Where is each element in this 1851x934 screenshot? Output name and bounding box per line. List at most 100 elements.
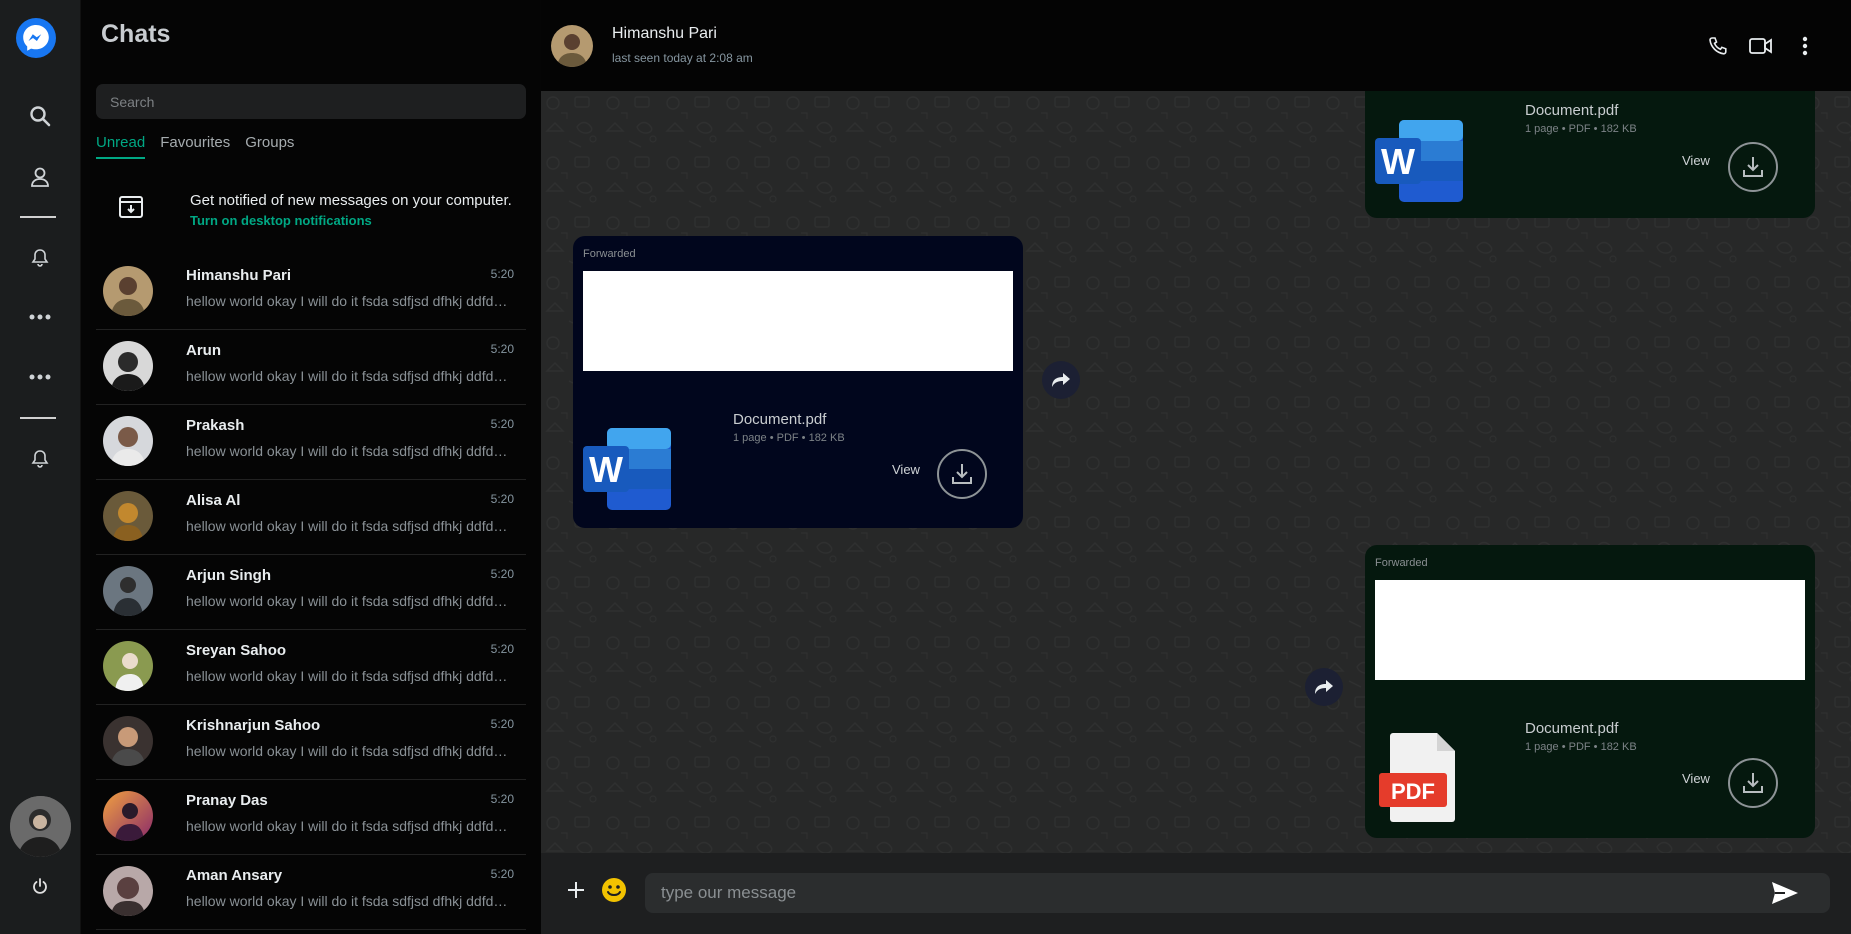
chat-name: Arun: [186, 342, 221, 359]
file-meta: 1 page • PDF • 182 KB: [1525, 123, 1637, 135]
word-icon: W: [1375, 118, 1465, 204]
avatar: [103, 866, 153, 916]
file-meta: 1 page • PDF • 182 KB: [1525, 741, 1637, 753]
notification-text: Get notified of new messages on your com…: [190, 192, 512, 209]
search-input[interactable]: [96, 84, 526, 119]
pdf-icon: PDF: [1379, 731, 1459, 823]
chat-list-item[interactable]: Arun 5:20 hellow world okay I will do it…: [96, 330, 526, 405]
message-composer: [541, 853, 1851, 934]
chat-name: Aman Ansary: [186, 867, 283, 884]
word-icon: W: [583, 426, 673, 512]
bell-icon[interactable]: [22, 441, 58, 477]
chat-time: 5:20: [490, 417, 514, 431]
download-icon[interactable]: [1728, 758, 1778, 808]
forward-icon[interactable]: [1042, 361, 1080, 399]
chat-preview: hellow world okay I will do it fsda sdfj…: [186, 368, 508, 384]
chat-list-item[interactable]: Sreyan Sahoo 5:20 hellow world okay I wi…: [96, 630, 526, 705]
incoming-document-message[interactable]: Forwarded W Document.pdf 1 page • PDF • …: [573, 236, 1023, 528]
nav-rail: [0, 0, 81, 934]
view-button[interactable]: View: [1682, 153, 1710, 168]
view-button[interactable]: View: [1682, 771, 1710, 786]
chat-preview: hellow world okay I will do it fsda sdfj…: [186, 518, 508, 534]
chat-preview: hellow world okay I will do it fsda sdfj…: [186, 743, 508, 759]
chat-name: Krishnarjun Sahoo: [186, 717, 321, 734]
power-icon[interactable]: [22, 868, 58, 904]
chat-list-item[interactable]: Himanshu Pari 5:20 hellow world okay I w…: [96, 255, 526, 330]
chat-list-item[interactable]: Prakash 5:20 hellow world okay I will do…: [96, 405, 526, 480]
notification-banner: Get notified of new messages on your com…: [96, 180, 526, 240]
view-button[interactable]: View: [892, 462, 920, 477]
file-meta: 1 page • PDF • 182 KB: [733, 432, 845, 444]
messenger-logo-icon[interactable]: [16, 18, 56, 58]
chat-name: Arjun Singh: [186, 567, 271, 584]
avatar: [103, 641, 153, 691]
chat-list-item[interactable]: Pranay Das 5:20 hellow world okay I will…: [96, 780, 526, 855]
avatar: [103, 716, 153, 766]
chat-name: Pranay Das: [186, 792, 268, 809]
download-icon[interactable]: [1728, 142, 1778, 192]
avatar: [103, 791, 153, 841]
chat-name: Sreyan Sahoo: [186, 642, 287, 659]
chat-name: Prakash: [186, 417, 245, 434]
contact-avatar[interactable]: [551, 25, 593, 67]
panel-title: Chats: [101, 20, 171, 48]
kebab-menu-icon[interactable]: [1792, 33, 1818, 59]
avatar: [103, 266, 153, 316]
message-area[interactable]: W Document.pdf 1 page • PDF • 182 KB Vie…: [541, 91, 1851, 853]
chat-preview: hellow world okay I will do it fsda sdfj…: [186, 293, 508, 309]
svg-text:W: W: [589, 449, 623, 490]
more-icon[interactable]: [22, 299, 58, 335]
chat-time: 5:20: [490, 642, 514, 656]
file-name: Document.pdf: [1525, 720, 1619, 737]
chat-preview: hellow world okay I will do it fsda sdfj…: [186, 818, 508, 834]
forwarded-label: Forwarded: [1375, 557, 1428, 569]
chat-name: Himanshu Pari: [186, 267, 292, 284]
chat-time: 5:20: [490, 342, 514, 356]
avatar: [103, 491, 153, 541]
archive-icon: [118, 194, 144, 220]
chat-time: 5:20: [490, 867, 514, 881]
outgoing-document-message[interactable]: Forwarded PDF Document.pdf 1 page • PDF …: [1365, 545, 1815, 838]
chat-time: 5:20: [490, 492, 514, 506]
chat-preview: hellow world okay I will do it fsda sdfj…: [186, 443, 508, 459]
my-avatar[interactable]: [10, 796, 71, 857]
chat-list-item[interactable]: Krishnarjun Sahoo 5:20 hellow world okay…: [96, 705, 526, 780]
avatar: [103, 341, 153, 391]
contact-name[interactable]: Himanshu Pari: [612, 25, 717, 43]
plus-icon[interactable]: [561, 875, 591, 905]
chat-list-item[interactable]: Alisa Al 5:20 hellow world okay I will d…: [96, 480, 526, 555]
rail-divider: [20, 216, 56, 218]
emoji-icon[interactable]: [599, 875, 629, 905]
chat-list-item[interactable]: Arjun Singh 5:20 hellow world okay I wil…: [96, 555, 526, 630]
bell-icon[interactable]: [22, 240, 58, 276]
tab-unread[interactable]: Unread: [96, 134, 146, 159]
chat-list-panel: Chats Unread Favourites Groups Get notif…: [81, 0, 541, 934]
download-icon[interactable]: [937, 449, 987, 499]
contacts-icon[interactable]: [22, 159, 58, 195]
svg-text:W: W: [1381, 141, 1415, 182]
outgoing-document-message[interactable]: W Document.pdf 1 page • PDF • 182 KB Vie…: [1365, 91, 1815, 218]
file-name: Document.pdf: [733, 411, 827, 428]
tab-groups[interactable]: Groups: [245, 134, 294, 159]
chat-time: 5:20: [490, 567, 514, 581]
forwarded-label: Forwarded: [583, 248, 636, 260]
more-icon[interactable]: [22, 359, 58, 395]
forward-icon[interactable]: [1305, 668, 1343, 706]
notification-link[interactable]: Turn on desktop notifications: [190, 213, 372, 228]
search-icon[interactable]: [22, 98, 58, 134]
chat-preview: hellow world okay I will do it fsda sdfj…: [186, 593, 508, 609]
send-icon[interactable]: [1767, 875, 1803, 911]
phone-icon[interactable]: [1705, 33, 1731, 59]
document-preview[interactable]: [1375, 580, 1805, 680]
conversation-header: Himanshu Pari last seen today at 2:08 am: [541, 0, 1851, 91]
chat-list-item[interactable]: Aman Ansary 5:20 hellow world okay I wil…: [96, 855, 526, 930]
file-name: Document.pdf: [1525, 102, 1619, 119]
chat-preview: hellow world okay I will do it fsda sdfj…: [186, 893, 508, 909]
chat-name: Alisa Al: [186, 492, 241, 509]
chat-time: 5:20: [490, 792, 514, 806]
message-input[interactable]: [645, 873, 1830, 913]
video-call-icon[interactable]: [1748, 33, 1774, 59]
document-preview[interactable]: [583, 271, 1013, 371]
chat-preview: hellow world okay I will do it fsda sdfj…: [186, 668, 508, 684]
tab-favourites[interactable]: Favourites: [160, 134, 230, 159]
